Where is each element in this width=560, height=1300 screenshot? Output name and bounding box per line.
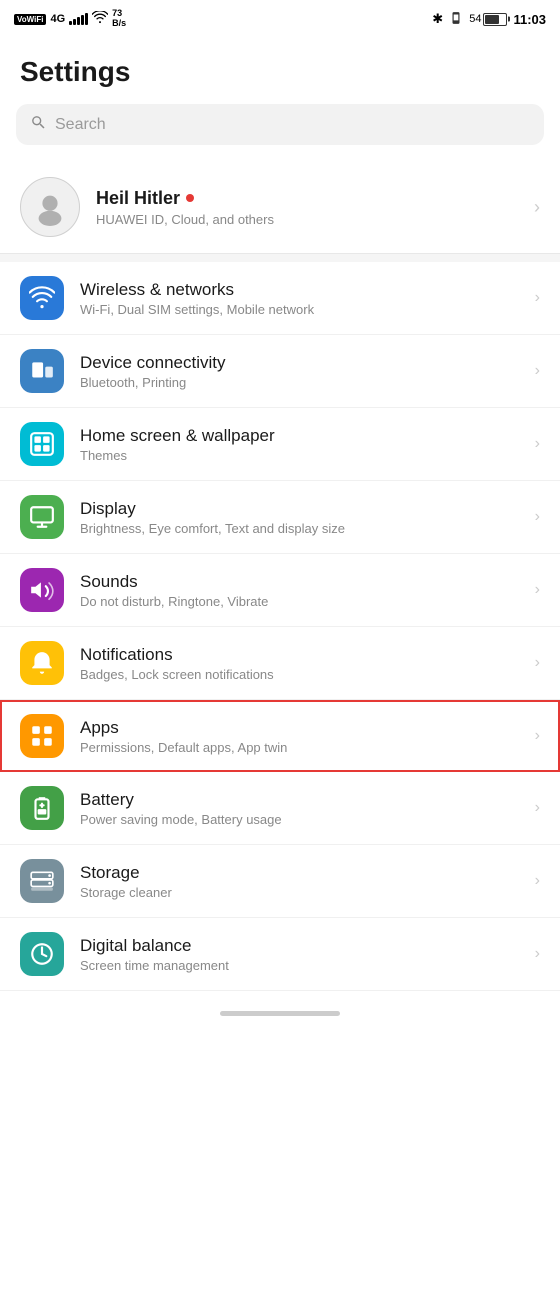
home-title: Home screen & wallpaper: [80, 426, 519, 446]
avatar: [20, 177, 80, 237]
sounds-text: Sounds Do not disturb, Ringtone, Vibrate: [80, 572, 519, 609]
home-bar: [0, 999, 560, 1032]
digital-balance-text: Digital balance Screen time management: [80, 936, 519, 973]
settings-item-battery[interactable]: Battery Power saving mode, Battery usage…: [0, 772, 560, 845]
wireless-text: Wireless & networks Wi-Fi, Dual SIM sett…: [80, 280, 519, 317]
status-bar: VoWiFi 4G 73 B/s ✱: [0, 0, 560, 36]
settings-item-digital-balance[interactable]: Digital balance Screen time management ›: [0, 918, 560, 991]
wireless-chevron: ›: [535, 289, 540, 307]
sounds-chevron: ›: [535, 581, 540, 599]
signal-bars: [69, 13, 88, 25]
digital-balance-subtitle: Screen time management: [80, 958, 519, 973]
time-display: 11:03: [513, 12, 546, 27]
home-chevron: ›: [535, 435, 540, 453]
home-subtitle: Themes: [80, 448, 519, 463]
display-chevron: ›: [535, 508, 540, 526]
notifications-title: Notifications: [80, 645, 519, 665]
apps-title: Apps: [80, 718, 519, 738]
settings-item-display[interactable]: Display Brightness, Eye comfort, Text an…: [0, 481, 560, 554]
battery-icon: [483, 13, 507, 26]
display-icon-wrap: [20, 495, 64, 539]
notifications-chevron: ›: [535, 654, 540, 672]
battery-settings-icon-wrap: [20, 786, 64, 830]
bluetooth-icon: ✱: [432, 11, 443, 27]
wireless-subtitle: Wi-Fi, Dual SIM settings, Mobile network: [80, 302, 519, 317]
page-title: Settings: [0, 36, 560, 104]
status-left: VoWiFi 4G 73 B/s: [14, 9, 126, 29]
profile-name: Heil Hitler: [96, 188, 518, 209]
display-subtitle: Brightness, Eye comfort, Text and displa…: [80, 521, 519, 536]
notifications-subtitle: Badges, Lock screen notifications: [80, 667, 519, 682]
vowifi-label: VoWiFi: [14, 14, 46, 25]
settings-item-apps[interactable]: Apps Permissions, Default apps, App twin…: [0, 700, 560, 772]
display-text: Display Brightness, Eye comfort, Text an…: [80, 499, 519, 536]
home-icon-wrap: [20, 422, 64, 466]
notifications-text: Notifications Badges, Lock screen notifi…: [80, 645, 519, 682]
profile-info: Heil Hitler HUAWEI ID, Cloud, and others: [96, 188, 518, 227]
device-chevron: ›: [535, 362, 540, 380]
battery-container: 54: [469, 13, 507, 26]
online-indicator: [186, 194, 194, 202]
home-bar-pill: [220, 1011, 340, 1016]
sounds-icon-wrap: [20, 568, 64, 612]
search-bar[interactable]: Search: [16, 104, 544, 145]
storage-subtitle: Storage cleaner: [80, 885, 519, 900]
battery-title: Battery: [80, 790, 519, 810]
settings-item-storage[interactable]: Storage Storage cleaner ›: [0, 845, 560, 918]
sounds-subtitle: Do not disturb, Ringtone, Vibrate: [80, 594, 519, 609]
speed-text: 73 B/s: [112, 9, 126, 29]
display-title: Display: [80, 499, 519, 519]
settings-list: Wireless & networks Wi-Fi, Dual SIM sett…: [0, 262, 560, 991]
device-title: Device connectivity: [80, 353, 519, 373]
device-icon-wrap: [20, 349, 64, 393]
digital-balance-icon-wrap: [20, 932, 64, 976]
settings-item-home-screen[interactable]: Home screen & wallpaper Themes ›: [0, 408, 560, 481]
network-type: 4G: [50, 13, 65, 25]
vibrate-icon: [449, 11, 463, 28]
storage-title: Storage: [80, 863, 519, 883]
home-text: Home screen & wallpaper Themes: [80, 426, 519, 463]
apps-text: Apps Permissions, Default apps, App twin: [80, 718, 519, 755]
apps-icon-wrap: [20, 714, 64, 758]
wifi-icon: [92, 11, 108, 27]
wireless-title: Wireless & networks: [80, 280, 519, 300]
storage-chevron: ›: [535, 872, 540, 890]
profile-subtitle: HUAWEI ID, Cloud, and others: [96, 212, 518, 227]
profile-chevron-icon: ›: [534, 197, 540, 218]
settings-item-notifications[interactable]: Notifications Badges, Lock screen notifi…: [0, 627, 560, 700]
digital-balance-title: Digital balance: [80, 936, 519, 956]
storage-icon-wrap: [20, 859, 64, 903]
storage-text: Storage Storage cleaner: [80, 863, 519, 900]
device-subtitle: Bluetooth, Printing: [80, 375, 519, 390]
wireless-icon-wrap: [20, 276, 64, 320]
search-icon: [30, 114, 47, 135]
section-divider: [0, 254, 560, 262]
status-right: ✱ 54 11:03: [432, 11, 546, 28]
notifications-icon-wrap: [20, 641, 64, 685]
settings-item-sounds[interactable]: Sounds Do not disturb, Ringtone, Vibrate…: [0, 554, 560, 627]
sounds-title: Sounds: [80, 572, 519, 592]
battery-level: 54: [469, 13, 481, 25]
battery-text: Battery Power saving mode, Battery usage: [80, 790, 519, 827]
device-text: Device connectivity Bluetooth, Printing: [80, 353, 519, 390]
digital-balance-chevron: ›: [535, 945, 540, 963]
settings-item-wireless[interactable]: Wireless & networks Wi-Fi, Dual SIM sett…: [0, 262, 560, 335]
profile-section[interactable]: Heil Hitler HUAWEI ID, Cloud, and others…: [0, 161, 560, 254]
battery-chevron: ›: [535, 799, 540, 817]
settings-item-device-connectivity[interactable]: Device connectivity Bluetooth, Printing …: [0, 335, 560, 408]
apps-subtitle: Permissions, Default apps, App twin: [80, 740, 519, 755]
battery-subtitle: Power saving mode, Battery usage: [80, 812, 519, 827]
search-placeholder: Search: [55, 116, 106, 134]
apps-chevron: ›: [535, 727, 540, 745]
